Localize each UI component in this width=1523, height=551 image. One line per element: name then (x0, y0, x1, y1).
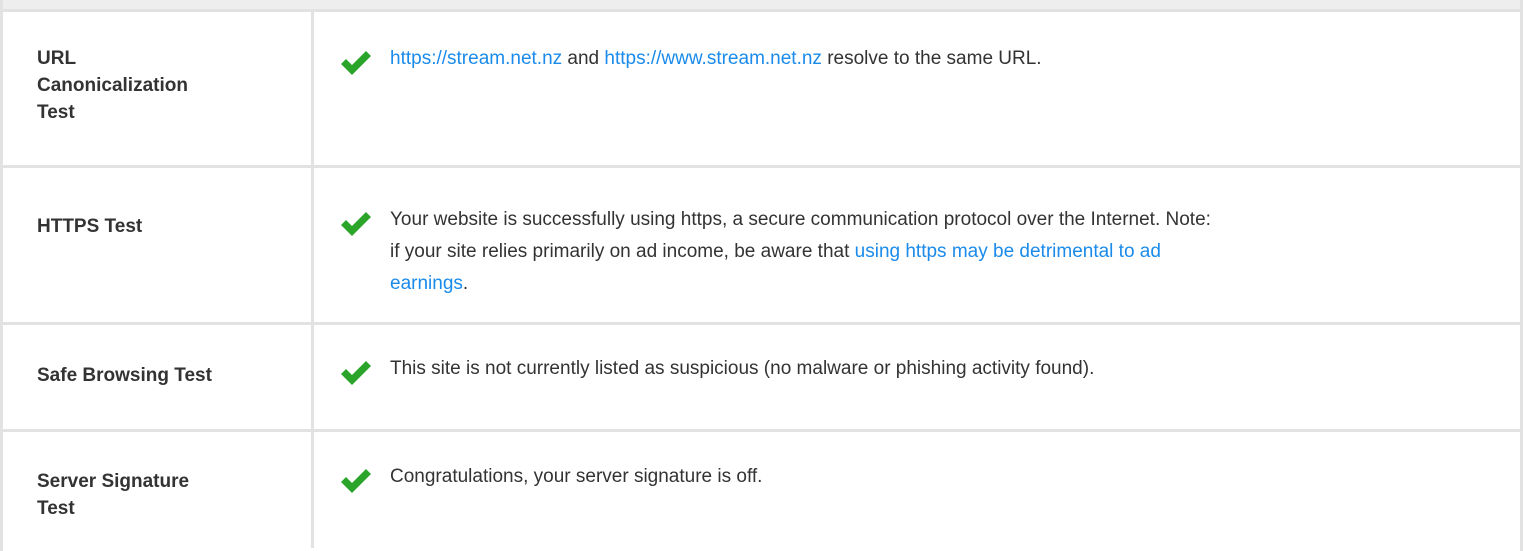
label-line: Canonicalization (37, 75, 188, 96)
check-icon (339, 358, 373, 388)
label-line: Test (37, 102, 75, 123)
check-icon (339, 48, 373, 78)
table-row-safe-browsing: Safe Browsing Test This site is not curr… (3, 325, 1520, 432)
test-result-message: This site is not currently listed as sus… (390, 358, 1095, 379)
test-result-cell: This site is not currently listed as sus… (314, 325, 1520, 429)
test-label-safe-browsing: Safe Browsing Test (37, 365, 212, 386)
test-result-message: Congratulations, your server signature i… (390, 466, 763, 487)
table-top-edge (0, 0, 1523, 12)
test-results-table: URL Canonicalization Test https://stream… (3, 12, 1520, 548)
table-row-url-canonicalization: URL Canonicalization Test https://stream… (3, 12, 1520, 168)
table-row-https: HTTPS Test Your website is successfully … (3, 168, 1520, 325)
seo-results-page: URL Canonicalization Test https://stream… (0, 0, 1523, 551)
label-line: Server Signature (37, 471, 190, 492)
test-label-https: HTTPS Test (37, 216, 143, 237)
test-label-cell: HTTPS Test (3, 168, 314, 322)
check-icon (339, 209, 373, 239)
test-result-message: Your website is successfully using https… (390, 204, 1220, 300)
message-text: and (562, 48, 605, 69)
test-result-cell: https://stream.net.nz and https://www.st… (314, 12, 1520, 165)
test-result-cell: Congratulations, your server signature i… (314, 432, 1520, 548)
www-url-link[interactable]: https://www.stream.net.nz (604, 48, 822, 69)
message-text: . (462, 273, 469, 294)
label-line: URL (37, 48, 77, 69)
test-label-cell: Server Signature Test (3, 432, 314, 548)
table-row-server-signature: Server Signature Test Congratulations, y… (3, 432, 1520, 548)
label-line: Test (37, 498, 75, 519)
test-label-cell: Safe Browsing Test (3, 325, 314, 429)
test-label-url-canonicalization: URL Canonicalization Test (37, 45, 188, 126)
test-result-cell: Your website is successfully using https… (314, 168, 1520, 322)
url-link[interactable]: https://stream.net.nz (390, 48, 562, 69)
test-label-cell: URL Canonicalization Test (3, 12, 314, 165)
test-label-server-signature: Server Signature Test (37, 468, 189, 522)
check-icon (339, 466, 373, 496)
test-result-message: https://stream.net.nz and https://www.st… (390, 43, 1480, 75)
message-text: resolve to the same URL. (821, 48, 1042, 69)
